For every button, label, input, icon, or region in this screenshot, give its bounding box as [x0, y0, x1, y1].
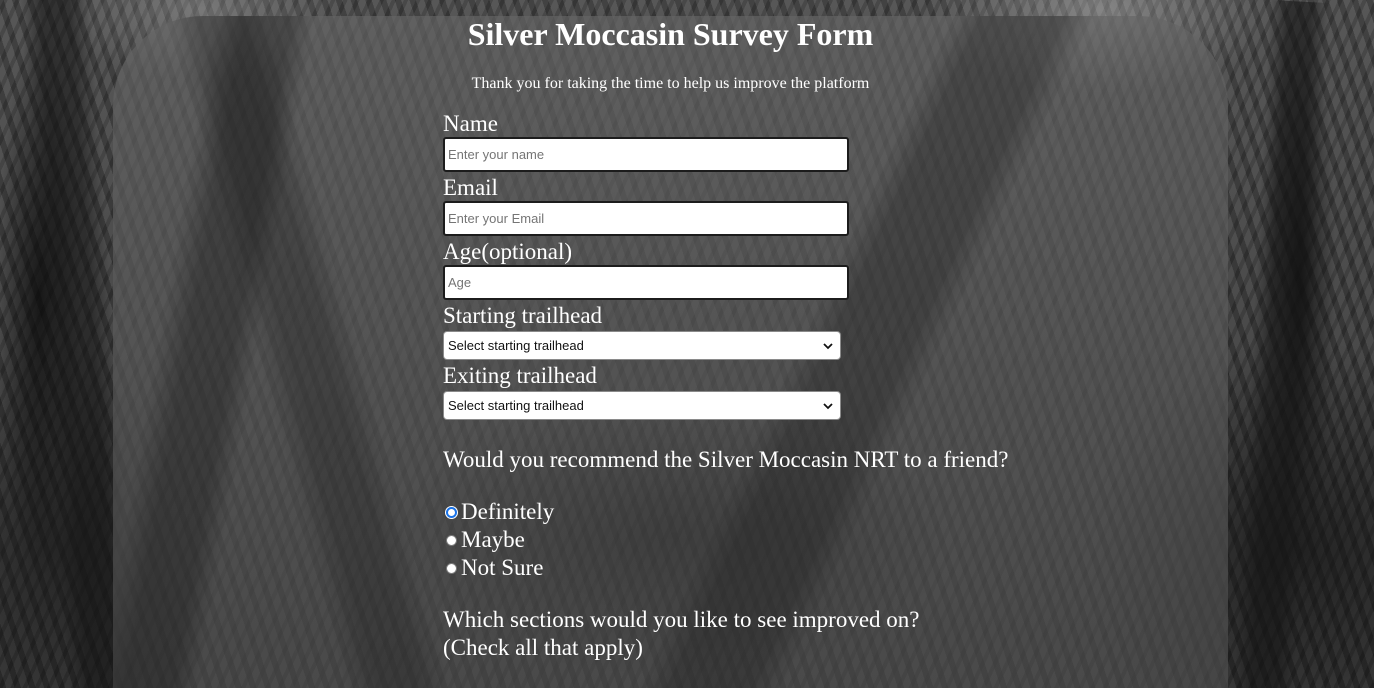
chevron-down-icon [823, 342, 833, 349]
page-title: Silver Moccasin Survey Form [467, 16, 874, 52]
background-tree-trunk [1232, 0, 1330, 688]
name-input[interactable] [443, 137, 849, 172]
recommend-question: Would you recommend the Silver Moccasin … [443, 447, 1009, 472]
exiting-trailhead-selected-value: Select starting trailhead [448, 398, 584, 413]
starting-trailhead-selected-value: Select starting trailhead [448, 338, 584, 353]
chevron-down-icon [823, 402, 833, 409]
radio-unselected[interactable] [446, 534, 457, 546]
email-label: Email [443, 175, 498, 200]
improve-question: Which sections would you like to see imp… [443, 607, 920, 632]
starting-trailhead-label: Starting trailhead [443, 303, 603, 328]
radio-option-not-sure[interactable]: Not Sure [446, 554, 543, 582]
radio-option-definitely[interactable]: Definitely [446, 498, 554, 526]
starting-trailhead-select[interactable]: Select starting trailhead [443, 331, 841, 360]
radio-label-definitely: Definitely [461, 499, 555, 524]
page-description: Thank you for taking the time to help us… [471, 75, 870, 92]
radio-label-not-sure: Not Sure [461, 555, 544, 580]
email-input[interactable] [443, 201, 849, 236]
improve-question-hint: (Check all that apply) [443, 635, 643, 660]
radio-unselected[interactable] [446, 562, 457, 574]
radio-option-maybe[interactable]: Maybe [446, 526, 525, 554]
exiting-trailhead-select[interactable]: Select starting trailhead [443, 391, 841, 420]
age-input[interactable] [443, 265, 849, 300]
age-label: Age(optional) [443, 239, 573, 264]
radio-selected[interactable] [446, 506, 457, 518]
name-label: Name [443, 111, 498, 136]
radio-label-maybe: Maybe [461, 527, 525, 552]
exiting-trailhead-label: Exiting trailhead [443, 363, 597, 388]
